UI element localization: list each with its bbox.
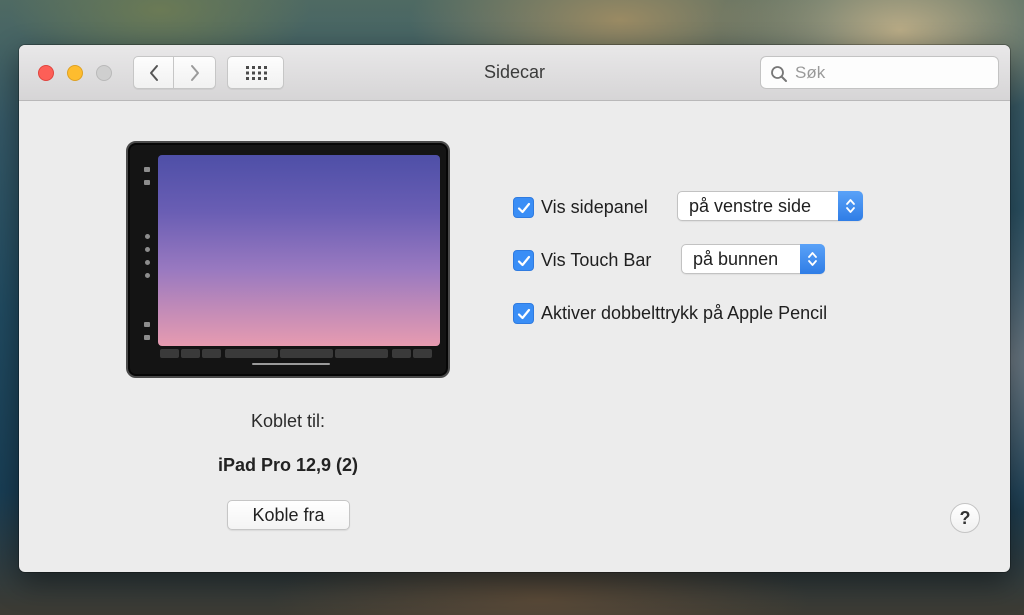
checkmark-icon xyxy=(517,255,531,266)
touchbar-key xyxy=(181,349,200,358)
touchbar-position-popup[interactable]: på bunnen xyxy=(681,244,825,274)
sidebar-control xyxy=(144,167,150,172)
show-sidebar-checkbox[interactable] xyxy=(513,196,534,218)
sidebar-control xyxy=(144,322,150,327)
home-indicator xyxy=(252,363,330,365)
touchbar-key xyxy=(413,349,432,358)
ipad-illustration xyxy=(126,141,450,378)
updown-arrows-icon xyxy=(838,191,863,221)
sidebar-control xyxy=(144,180,150,185)
preferences-window: Sidecar Koblet til: iPad Pro 12,9 (2) K xyxy=(19,45,1010,572)
touchbar-key xyxy=(392,349,411,358)
touchbar-key xyxy=(280,349,333,358)
sidebar-control xyxy=(144,335,150,340)
pencil-doubletap-checkbox[interactable] xyxy=(513,302,534,324)
sidebar-control xyxy=(145,260,150,265)
checkmark-icon xyxy=(517,202,531,213)
updown-arrows-icon xyxy=(800,244,825,274)
touchbar-key xyxy=(202,349,221,358)
show-sidebar-label[interactable]: Vis sidepanel xyxy=(541,197,648,218)
touchbar-position-value: på bunnen xyxy=(693,249,779,269)
search-icon xyxy=(771,66,787,82)
touchbar-key xyxy=(160,349,179,358)
title-bar: Sidecar xyxy=(19,45,1010,101)
help-button[interactable]: ? xyxy=(950,503,980,533)
device-name: iPad Pro 12,9 (2) xyxy=(217,455,359,475)
touchbar-key xyxy=(225,349,278,358)
sidebar-control xyxy=(145,234,150,239)
option-show-touchbar: Vis Touch Bar xyxy=(513,248,651,272)
sidebar-control xyxy=(145,273,150,278)
touchbar-key xyxy=(335,349,388,358)
disconnect-button[interactable]: Koble fra xyxy=(227,500,350,530)
option-pencil-doubletap: Aktiver dobbelttrykk på Apple Pencil xyxy=(513,301,827,325)
connected-label: Koblet til: xyxy=(250,411,326,431)
option-show-sidebar: Vis sidepanel xyxy=(513,195,648,219)
checkmark-icon xyxy=(517,308,531,319)
pencil-doubletap-label[interactable]: Aktiver dobbelttrykk på Apple Pencil xyxy=(541,303,827,324)
ipad-screen xyxy=(158,155,440,346)
search-input[interactable] xyxy=(795,60,990,85)
show-touchbar-label[interactable]: Vis Touch Bar xyxy=(541,250,651,271)
sidebar-control xyxy=(145,247,150,252)
show-touchbar-checkbox[interactable] xyxy=(513,249,534,271)
sidebar-position-popup[interactable]: på venstre side xyxy=(677,191,863,221)
search-field[interactable] xyxy=(760,56,999,89)
sidebar-position-value: på venstre side xyxy=(689,196,812,216)
